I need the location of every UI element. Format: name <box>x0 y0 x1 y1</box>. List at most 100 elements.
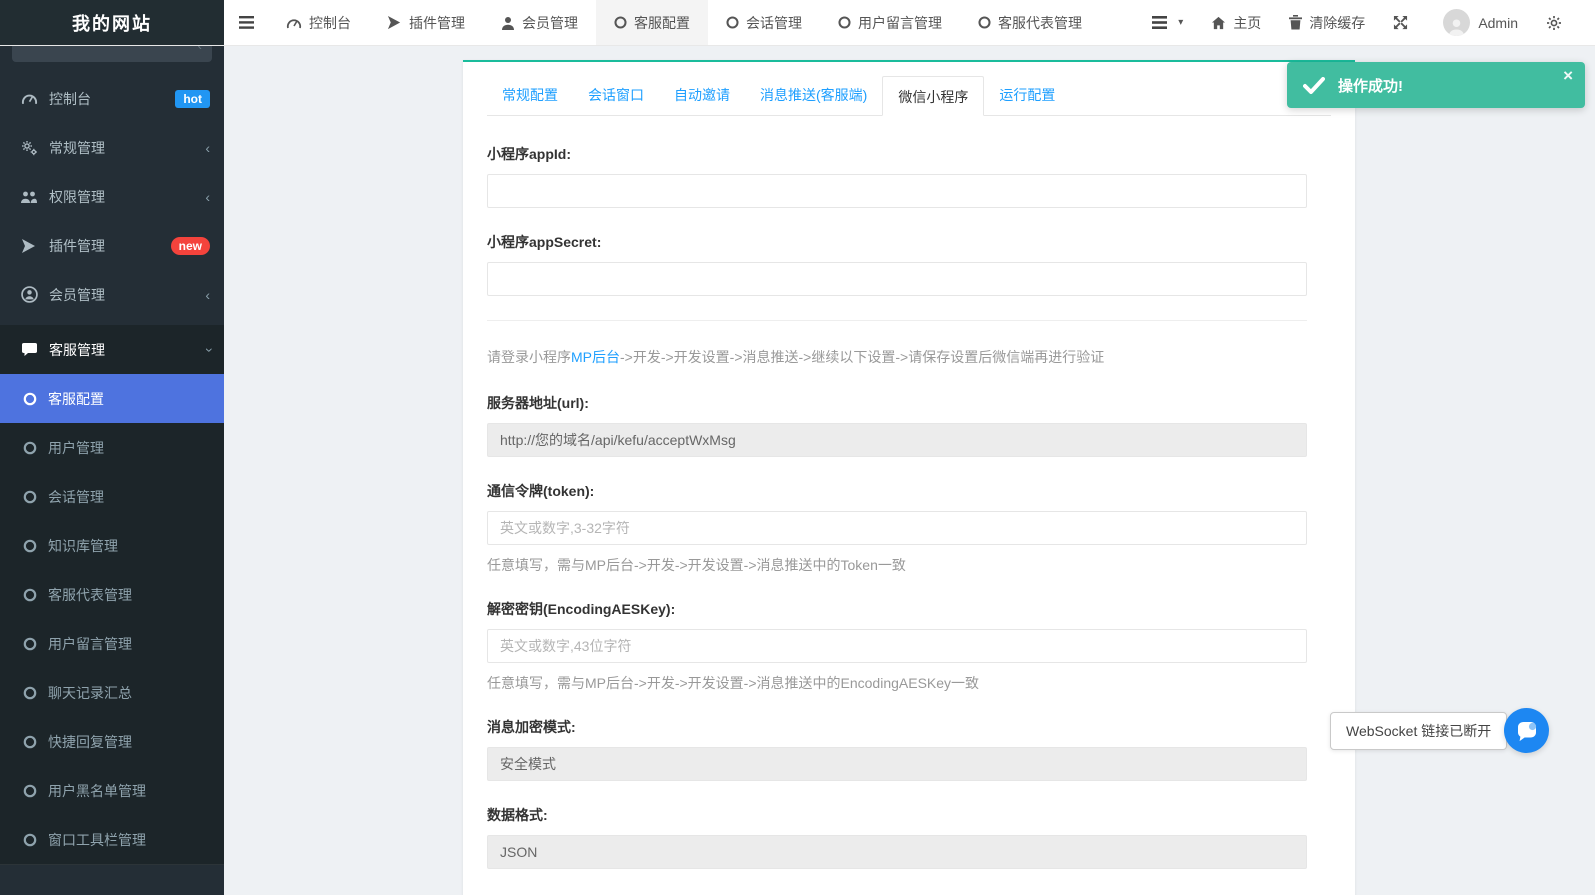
main-content: 常规配置 会话窗口 自动邀请 消息推送(客服端) 微信小程序 运行配置 小程序a… <box>224 46 1595 895</box>
encrypt-mode-label: 消息加密模式: <box>487 717 1307 737</box>
token-label: 通信令牌(token): <box>487 481 1307 501</box>
sidebar-item-label: 控制台 <box>49 89 91 109</box>
sidebar-item-plugins[interactable]: 插件管理 new <box>0 221 224 270</box>
nav-item-plugins[interactable]: 插件管理 <box>369 0 483 45</box>
chevron-down-icon: ‹ <box>200 347 216 352</box>
trash-icon <box>1289 15 1302 30</box>
nav-item-label: 用户留言管理 <box>858 13 942 33</box>
nav-home-button[interactable]: 主页 <box>1197 0 1275 45</box>
new-badge: new <box>171 237 210 255</box>
nav-item-user-messages[interactable]: 用户留言管理 <box>820 0 960 45</box>
users-icon <box>20 190 38 204</box>
hot-badge: hot <box>175 90 210 108</box>
nav-item-label: 控制台 <box>309 13 351 33</box>
appsecret-label: 小程序appSecret: <box>487 232 1307 252</box>
tab-wechat-miniprogram[interactable]: 微信小程序 <box>882 76 984 116</box>
sidebar-subitem-label: 用户黑名单管理 <box>48 781 146 801</box>
circle-icon <box>726 16 739 29</box>
circle-icon <box>22 539 38 553</box>
sidebar-subitem-label: 用户管理 <box>48 438 104 458</box>
nav-item-label: 插件管理 <box>409 13 465 33</box>
nav-item-dashboard[interactable]: 控制台 <box>268 0 369 45</box>
sidebar-item-label: 权限管理 <box>49 187 105 207</box>
caret-down-icon: ▾ <box>1178 17 1183 28</box>
sidebar-subitem-knowledge-base[interactable]: 知识库管理 <box>0 521 224 570</box>
server-url-input <box>487 423 1307 457</box>
nav-fullscreen-button[interactable] <box>1379 0 1429 45</box>
tab-message-push[interactable]: 消息推送(客服端) <box>745 75 882 115</box>
miniprogram-form: 小程序appId: 小程序appSecret: 请登录小程序MP后台->开发->… <box>487 144 1307 895</box>
sidebar-subitem-kefu-config[interactable]: 客服配置 <box>0 374 224 423</box>
sidebar-item-permissions[interactable]: 权限管理 ‹ <box>0 172 224 221</box>
brand-logo: 我的网站 <box>0 0 224 45</box>
nav-item-members[interactable]: 会员管理 <box>483 0 596 45</box>
close-icon[interactable]: × <box>1563 67 1573 84</box>
tab-auto-invite[interactable]: 自动邀请 <box>659 75 745 115</box>
sidebar-subitem-label: 快捷回复管理 <box>48 732 132 752</box>
circle-icon <box>22 833 38 847</box>
nav-username: Admin <box>1478 15 1518 31</box>
sidebar-subitem-user-management[interactable]: 用户管理 <box>0 423 224 472</box>
appsecret-input[interactable] <box>487 262 1307 296</box>
appid-input[interactable] <box>487 174 1307 208</box>
circle-icon <box>22 637 38 651</box>
chat-bubble-icon <box>20 342 38 357</box>
token-input[interactable] <box>487 511 1307 545</box>
sidebar-item-general[interactable]: 常规管理 ‹ <box>0 123 224 172</box>
sidebar-subitem-window-toolbar[interactable]: 窗口工具栏管理 <box>0 815 224 864</box>
nav-item-label: 客服配置 <box>634 13 690 33</box>
nav-item-kefu-agents[interactable]: 客服代表管理 <box>960 0 1100 45</box>
nav-settings-button[interactable] <box>1532 0 1583 45</box>
sidebar-item-label: 插件管理 <box>49 236 105 256</box>
avatar <box>1443 9 1470 36</box>
sidebar-subitem-label: 窗口工具栏管理 <box>48 830 146 850</box>
chevron-left-icon: ‹ <box>205 140 210 156</box>
sidebar-subitem-kefu-agents[interactable]: 客服代表管理 <box>0 570 224 619</box>
nav-item-label: 会员管理 <box>522 13 578 33</box>
nav-clear-cache-button[interactable]: 清除缓存 <box>1275 0 1379 45</box>
sidebar-subitem-quick-replies[interactable]: 快捷回复管理 <box>0 717 224 766</box>
chat-float-button[interactable] <box>1504 708 1549 753</box>
top-navbar: 我的网站 控制台 插件管理 会员管理 <box>0 0 1595 46</box>
encrypt-mode-input <box>487 747 1307 781</box>
tab-general-config[interactable]: 常规配置 <box>487 75 573 115</box>
sidebar-toggle-button[interactable] <box>224 0 268 45</box>
config-tabs: 常规配置 会话窗口 自动邀请 消息推送(客服端) 微信小程序 运行配置 <box>487 62 1331 116</box>
hint-text: ->开发->开发设置->消息推送->继续以下设置->请保存设置后微信端再进行验证 <box>620 349 1104 365</box>
mp-backend-link[interactable]: MP后台 <box>571 349 620 365</box>
sidebar-subitem-chat-logs[interactable]: 聊天记录汇总 <box>0 668 224 717</box>
chevron-left-icon: ‹ <box>205 287 210 303</box>
success-toast: 操作成功! × <box>1287 62 1585 108</box>
tab-runtime-config[interactable]: 运行配置 <box>984 75 1070 115</box>
circle-icon <box>22 441 38 455</box>
nav-clear-cache-label: 清除缓存 <box>1309 13 1365 33</box>
aeskey-input[interactable] <box>487 629 1307 663</box>
sidebar-subitem-blacklist[interactable]: 用户黑名单管理 <box>0 766 224 815</box>
nav-item-kefu-config[interactable]: 客服配置 <box>596 0 708 45</box>
nav-item-label: 会话管理 <box>746 13 802 33</box>
mp-hint: 请登录小程序MP后台->开发->开发设置->消息推送->继续以下设置->请保存设… <box>487 347 1307 367</box>
chat-bubble-icon <box>1514 718 1540 744</box>
data-format-input <box>487 835 1307 869</box>
nav-user-menu[interactable]: Admin <box>1429 0 1532 45</box>
tab-session-window[interactable]: 会话窗口 <box>573 75 659 115</box>
circle-icon <box>614 16 627 29</box>
circle-icon <box>22 392 38 406</box>
circle-icon <box>978 16 991 29</box>
sidebar-subitem-session-management[interactable]: 会话管理 <box>0 472 224 521</box>
circle-icon <box>22 686 38 700</box>
home-icon <box>1211 16 1226 30</box>
nav-item-sessions[interactable]: 会话管理 <box>708 0 820 45</box>
token-help: 任意填写，需与MP后台->开发->开发设置->消息推送中的Token一致 <box>487 555 1307 575</box>
nav-list-dropdown[interactable]: ▾ <box>1138 0 1197 45</box>
fullscreen-icon <box>1393 15 1408 30</box>
sidebar: ‹ 控制台 hot 常规管理 ‹ 权限管理 ‹ 插件管理 new 会员管理 ‹ <box>0 46 224 895</box>
data-format-label: 数据格式: <box>487 805 1307 825</box>
sidebar-item-kefu-management[interactable]: 客服管理 ‹ <box>0 325 224 374</box>
sidebar-subitem-user-messages[interactable]: 用户留言管理 <box>0 619 224 668</box>
sidebar-item-members[interactable]: 会员管理 ‹ <box>0 270 224 319</box>
check-icon <box>1303 77 1325 94</box>
sidebar-item-dashboard[interactable]: 控制台 hot <box>0 74 224 123</box>
circle-icon <box>22 784 38 798</box>
sidebar-subitem-label: 知识库管理 <box>48 536 118 556</box>
